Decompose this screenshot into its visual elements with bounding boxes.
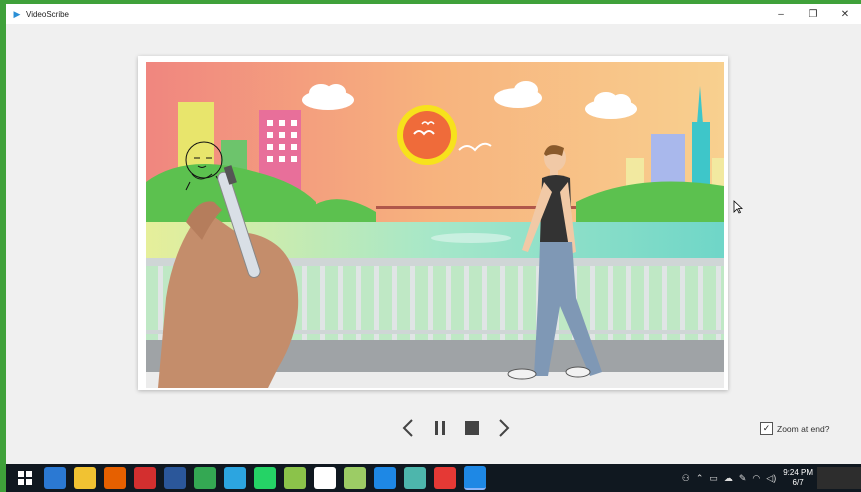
videoscribe-window: ▶ VideoScribe – ❐ ✕ ✓ Zoom at end? — [6, 4, 861, 464]
chart-app-icon[interactable] — [284, 467, 306, 489]
mail-icon[interactable] — [314, 467, 336, 489]
file-explorer-icon[interactable] — [74, 467, 96, 489]
taskbar-apps — [10, 466, 490, 490]
wifi-icon[interactable]: ◠ — [752, 473, 760, 484]
word-icon[interactable] — [164, 467, 186, 489]
videoscribe-taskbar-icon[interactable] — [464, 466, 486, 490]
clock[interactable]: 9:24 PM 6/7 — [783, 468, 813, 488]
battery-icon[interactable]: ▭ — [709, 473, 718, 484]
people-icon[interactable]: ⚇ — [682, 473, 690, 484]
media-icon[interactable] — [374, 467, 396, 489]
terminal-icon[interactable] — [404, 467, 426, 489]
presenter-icon[interactable] — [434, 467, 456, 489]
minimize-button[interactable]: – — [765, 4, 797, 24]
next-button[interactable] — [488, 416, 520, 440]
pause-button[interactable] — [424, 416, 456, 440]
window-controls: – ❐ ✕ — [765, 4, 861, 24]
prev-button[interactable] — [392, 416, 424, 440]
playback-controls — [392, 416, 520, 440]
stop-icon — [465, 421, 479, 435]
clock-date: 6/7 — [792, 478, 804, 487]
notification-area[interactable] — [817, 467, 861, 489]
windows-start-icon[interactable] — [14, 467, 36, 489]
volume-icon[interactable]: ◁) — [766, 473, 776, 484]
zoom-at-end-option[interactable]: ✓ Zoom at end? — [760, 422, 829, 435]
chrome-icon[interactable] — [194, 467, 216, 489]
close-button[interactable]: ✕ — [829, 4, 861, 24]
title-bar: ▶ VideoScribe – ❐ ✕ — [6, 4, 861, 24]
scene-illustration — [146, 62, 724, 388]
next-icon — [499, 419, 510, 437]
stop-button[interactable] — [456, 416, 488, 440]
chevron-up-icon[interactable]: ⌃ — [696, 473, 704, 484]
zoom-at-end-label: Zoom at end? — [777, 423, 830, 434]
zoom-at-end-checkbox[interactable]: ✓ — [760, 422, 773, 435]
whatsapp-icon[interactable] — [254, 467, 276, 489]
sun — [397, 105, 457, 165]
prev-icon — [402, 419, 413, 437]
preview-canvas[interactable] — [138, 56, 728, 390]
taskbar: ⚇ ⌃ ▭ ☁ ✎ ◠ ◁) 9:24 PM 6/7 — [6, 464, 861, 492]
mouse-cursor-icon — [733, 200, 743, 214]
telegram-icon[interactable] — [224, 467, 246, 489]
videoscribe-icon: ▶ — [13, 9, 21, 19]
cloud-icon[interactable]: ☁ — [724, 473, 733, 484]
notepad-icon[interactable] — [344, 467, 366, 489]
restore-button[interactable]: ❐ — [797, 4, 829, 24]
clock-time: 9:24 PM — [783, 468, 813, 477]
store-icon[interactable] — [44, 467, 66, 489]
system-tray: ⚇ ⌃ ▭ ☁ ✎ ◠ ◁) 9:24 PM 6/7 — [679, 464, 861, 492]
pen-icon[interactable]: ✎ — [739, 473, 747, 484]
window-title: VideoScribe — [26, 9, 69, 19]
pause-icon — [435, 421, 445, 435]
firefox-icon[interactable] — [104, 467, 126, 489]
pdf-app-icon[interactable] — [134, 467, 156, 489]
scene-svg — [146, 62, 724, 388]
